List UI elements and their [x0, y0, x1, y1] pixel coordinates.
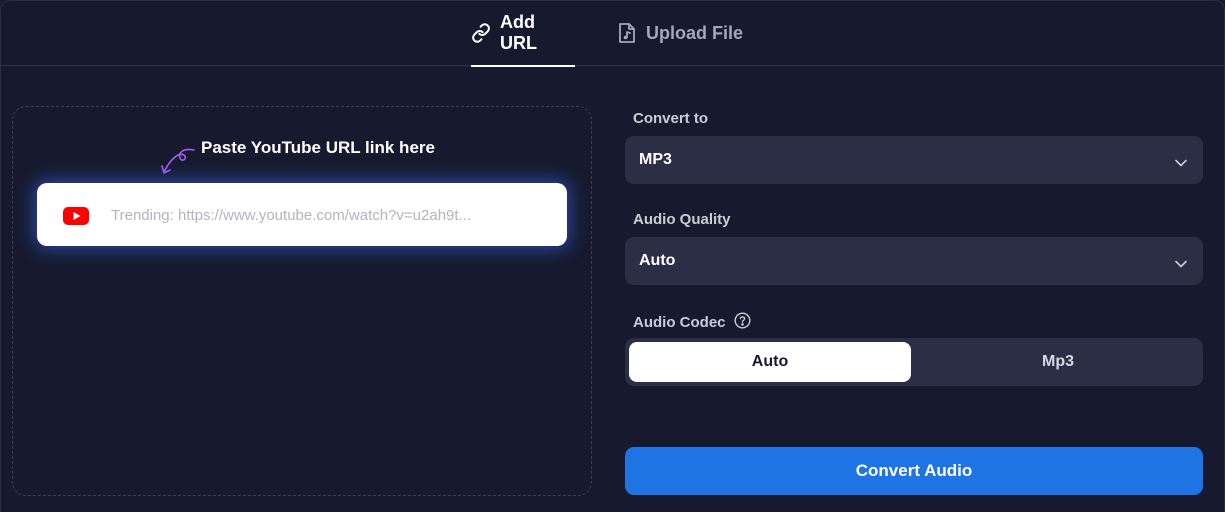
- audio-quality-select[interactable]: Auto: [625, 237, 1203, 285]
- curved-arrow-icon: [158, 144, 198, 183]
- link-icon: [471, 23, 491, 43]
- url-drop-zone: [12, 106, 592, 496]
- audio-codec-toggle: Auto Mp3: [625, 338, 1203, 386]
- chevron-down-icon: [1175, 255, 1187, 273]
- audio-quality-label: Audio Quality: [633, 211, 731, 228]
- convert-to-value: MP3: [639, 151, 672, 168]
- tab-label: Add URL: [500, 12, 537, 53]
- tab-label: Upload File: [646, 22, 744, 43]
- codec-option-mp3[interactable]: Mp3: [917, 342, 1199, 382]
- convert-to-select[interactable]: MP3: [625, 136, 1203, 184]
- audio-quality-value: Auto: [639, 252, 676, 269]
- paste-hint-text: Paste YouTube URL link here: [201, 138, 435, 157]
- tab-bar: Add URL Upload File: [0, 0, 1225, 67]
- youtube-url-input[interactable]: [111, 201, 551, 229]
- tab-add-url[interactable]: Add URL: [471, 0, 575, 67]
- chevron-down-icon: [1175, 154, 1187, 172]
- codec-option-auto[interactable]: Auto: [629, 342, 911, 382]
- audio-codec-label: Audio Codec: [633, 312, 751, 333]
- convert-audio-button[interactable]: Convert Audio: [625, 447, 1203, 495]
- tab-upload-file[interactable]: Upload File: [617, 0, 743, 66]
- convert-to-label: Convert to: [633, 110, 708, 127]
- youtube-icon: [63, 207, 89, 230]
- url-input-box[interactable]: [37, 183, 567, 246]
- music-file-icon: [617, 22, 637, 44]
- help-icon[interactable]: [733, 312, 751, 333]
